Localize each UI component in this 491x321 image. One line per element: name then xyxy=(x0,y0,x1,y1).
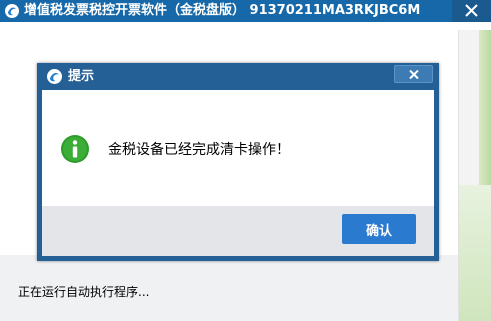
background-window-edge xyxy=(458,30,491,321)
dialog-title: 提示 xyxy=(68,69,95,84)
dialog-title-bar: 提示 xyxy=(37,63,439,90)
info-icon xyxy=(61,135,89,163)
dialog-body: 金税设备已经完成清卡操作！ xyxy=(42,90,434,206)
dialog-message: 金税设备已经完成清卡操作！ xyxy=(108,142,290,158)
app-logo-icon xyxy=(5,4,19,18)
window-close-button[interactable] xyxy=(452,0,491,22)
prompt-dialog: 提示 金税设备已经完成清卡操作！ 确认 xyxy=(37,63,439,261)
close-icon xyxy=(409,70,419,79)
dialog-footer: 确认 xyxy=(42,206,434,256)
status-text: 正在运行自动执行程序... xyxy=(18,285,150,299)
dialog-close-button[interactable] xyxy=(394,65,433,83)
close-icon xyxy=(465,4,478,17)
main-title-bar: 增值税发票税控开票软件（金税盘版） 91370211MA3RKJBC6M xyxy=(0,0,491,22)
confirm-button[interactable]: 确认 xyxy=(342,214,416,244)
app-logo-icon xyxy=(47,69,62,84)
window-title: 增值税发票税控开票软件（金税盘版） 91370211MA3RKJBC6M xyxy=(24,3,421,18)
